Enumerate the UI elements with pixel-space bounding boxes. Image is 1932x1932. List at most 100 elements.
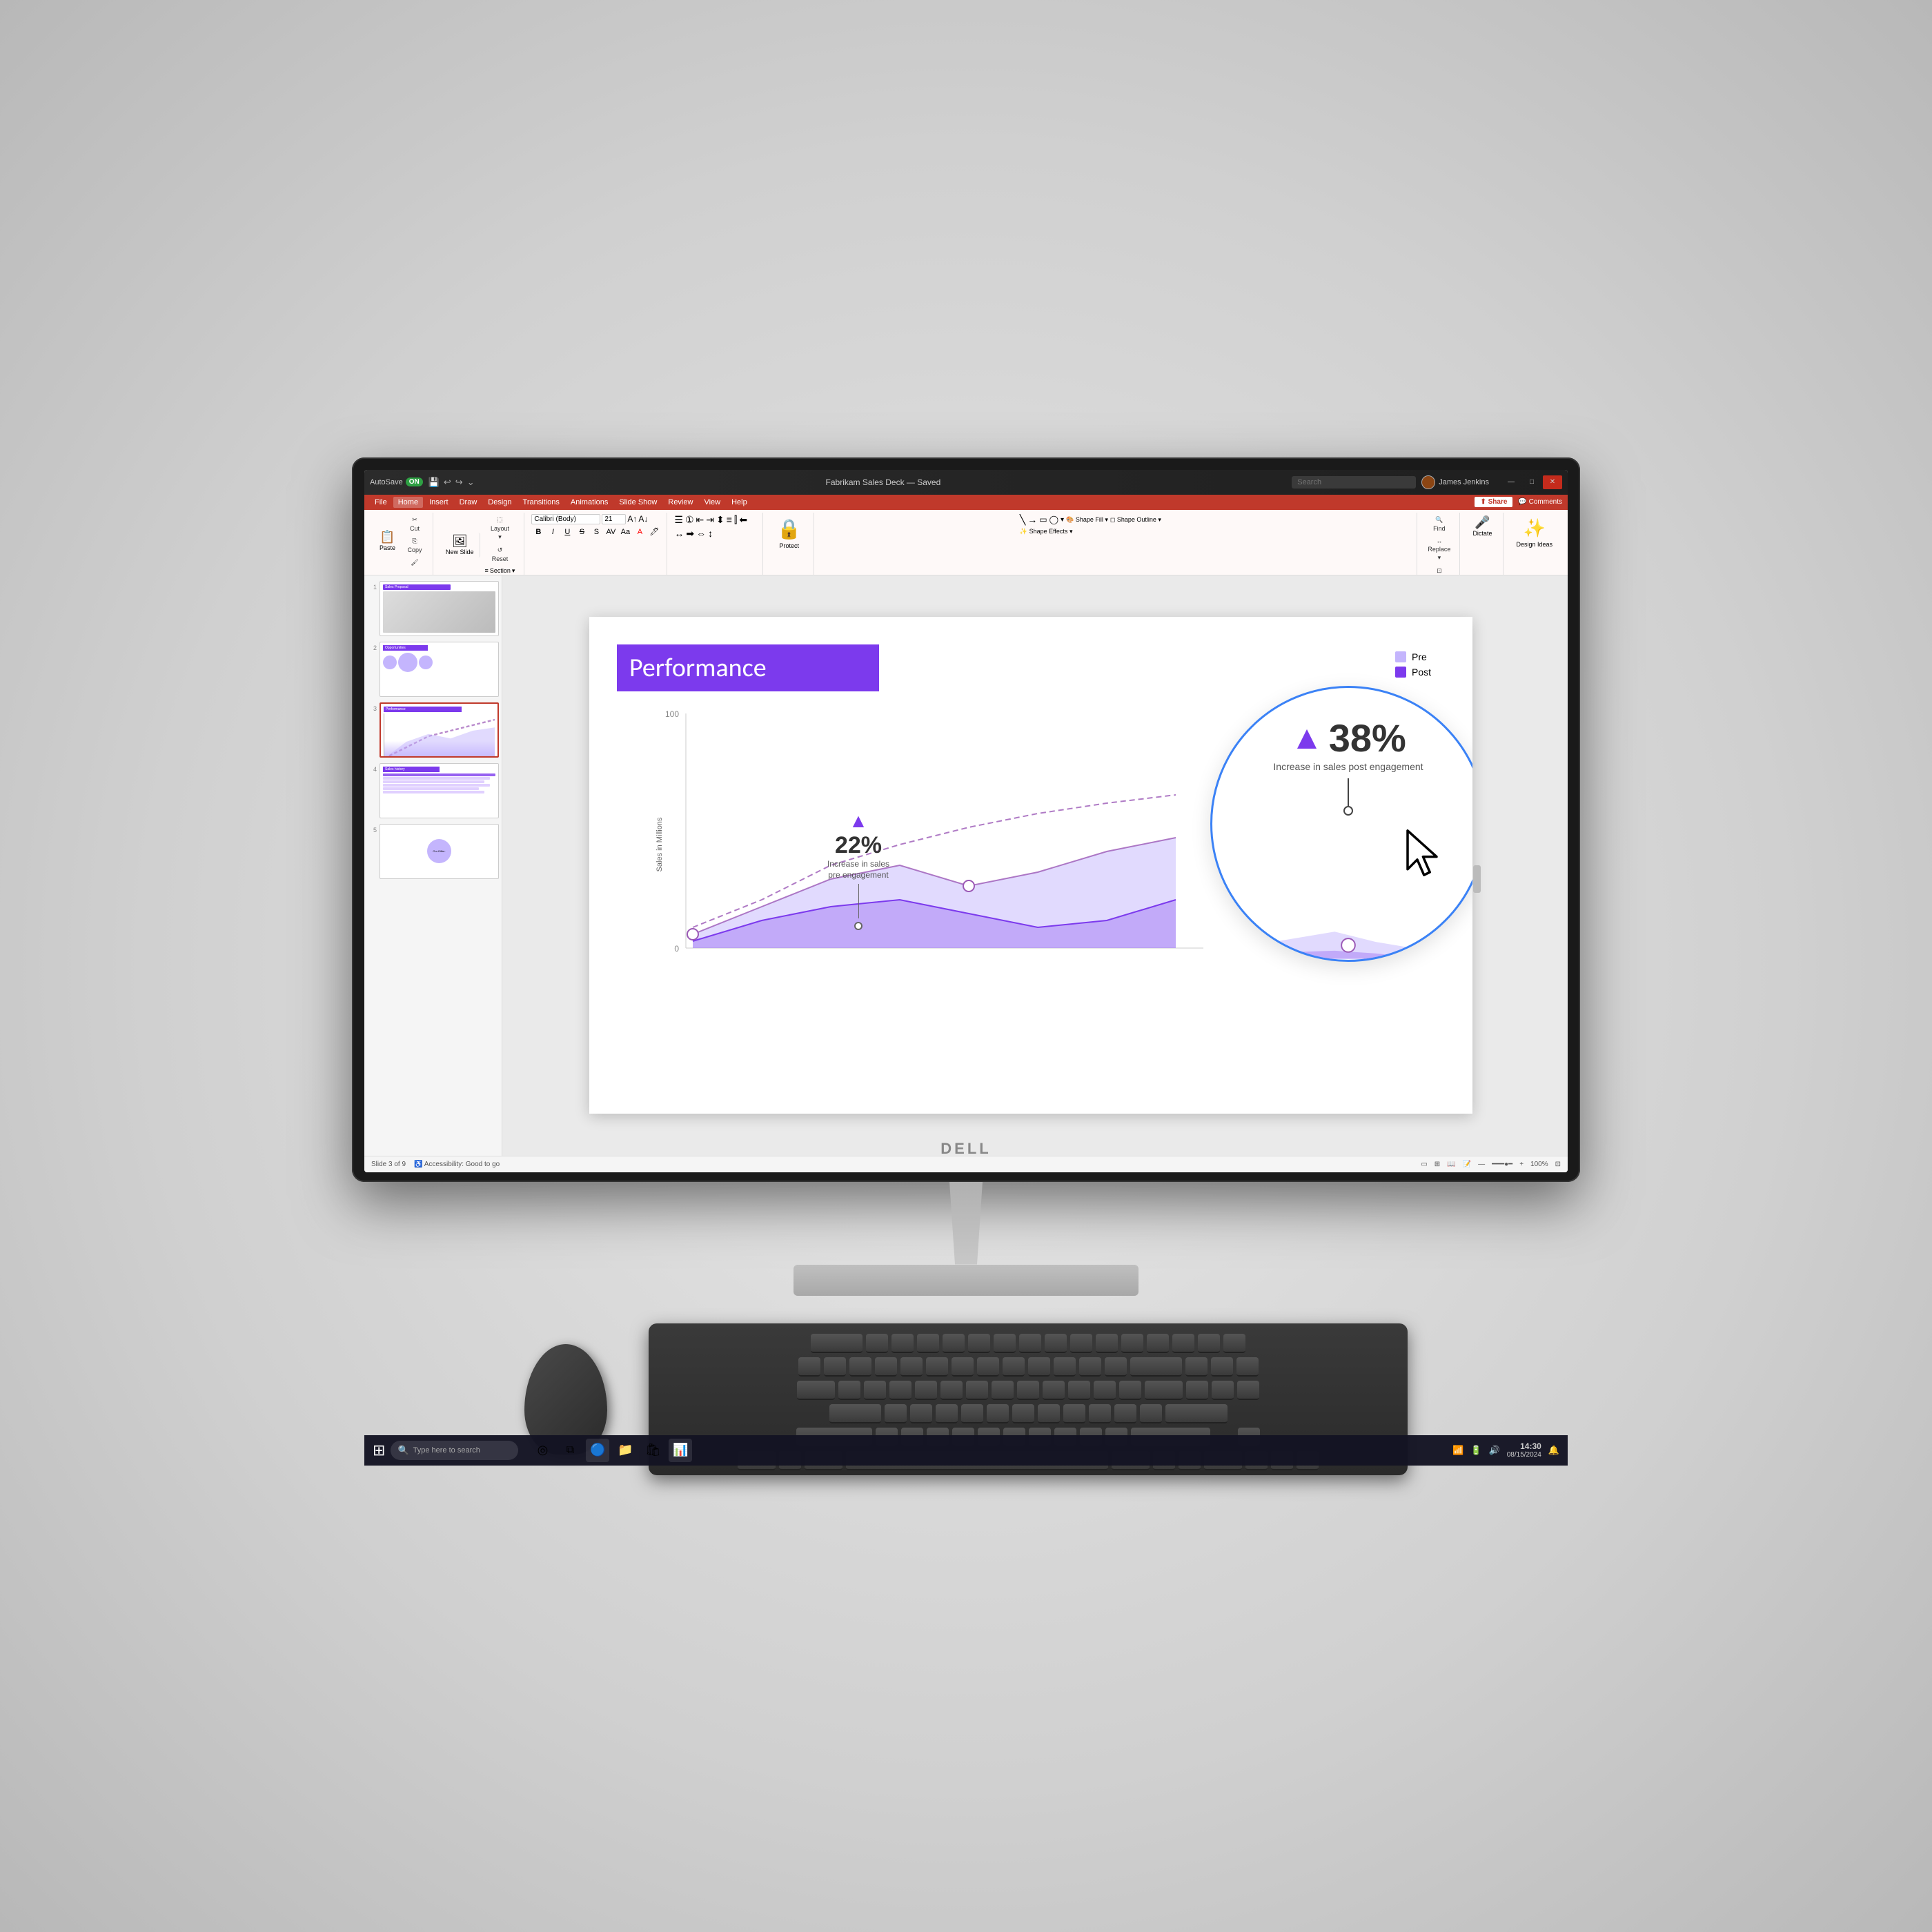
menu-insert[interactable]: Insert [424,497,453,508]
key-quote[interactable] [1140,1404,1162,1423]
center-align-button[interactable]: ↔ [674,528,684,539]
key-w[interactable] [864,1381,886,1400]
slide-thumb-3[interactable]: Performance [379,702,499,758]
comments-link[interactable]: 💬 Comments [1518,498,1562,506]
text-direction-button[interactable]: ⬍ [716,514,724,526]
char-spacing-button[interactable]: AV [604,526,618,538]
key-d[interactable] [936,1404,958,1423]
more-shapes-button[interactable]: ▾ [1061,516,1064,524]
shadow-button[interactable]: S [589,526,603,538]
close-button[interactable]: ✕ [1543,475,1562,489]
key-f5[interactable] [968,1334,990,1353]
paste-button[interactable]: 📋 Paste [374,529,401,553]
slide-thumb-4[interactable]: Sales history [379,763,499,818]
redo-icon[interactable]: ↪ [455,477,463,488]
menu-home[interactable]: Home [393,497,423,508]
key-scroll[interactable] [1198,1334,1220,1353]
fit-page-button[interactable]: ⊡ [1555,1161,1561,1168]
bold-button[interactable]: B [531,526,545,538]
key-pgup[interactable] [1236,1357,1259,1377]
arrow-tool[interactable]: → [1027,514,1037,525]
key-prtsc[interactable] [1172,1334,1194,1353]
protect-button[interactable]: 🔒 Protect [770,514,808,553]
key-8[interactable] [1003,1357,1025,1377]
menu-animations[interactable]: Animations [566,497,613,508]
key-enter[interactable] [1165,1404,1228,1423]
key-q[interactable] [838,1381,860,1400]
increase-indent-button[interactable]: ⇥ [706,514,714,526]
rect-tool[interactable]: ▭ [1039,515,1047,524]
section-button[interactable]: ≡ Section ▾ [482,566,519,576]
key-j[interactable] [1038,1404,1060,1423]
slide-thumb-5[interactable]: Our Differ. [379,824,499,879]
autosave-toggle[interactable]: ON [406,477,423,486]
new-slide-button[interactable]: 🖼 New Slide [440,533,480,558]
taskbar-cortana-button[interactable]: ◎ [531,1439,554,1462]
key-home[interactable] [1211,1357,1233,1377]
key-f3[interactable] [917,1334,939,1353]
taskbar-edge-button[interactable]: 🔵 [586,1439,609,1462]
key-2[interactable] [849,1357,871,1377]
key-f11[interactable] [1121,1334,1143,1353]
key-k[interactable] [1063,1404,1085,1423]
bullets-button[interactable]: ☰ [674,514,683,526]
numbering-button[interactable]: ① [685,514,694,526]
key-f[interactable] [961,1404,983,1423]
taskbar-taskview-button[interactable]: ⧉ [558,1439,582,1462]
columns-button[interactable]: ⫿ [734,514,737,526]
key-i[interactable] [1017,1381,1039,1400]
start-button[interactable]: ⊞ [373,1441,385,1459]
zoom-in-button[interactable]: + [1519,1161,1524,1168]
key-escape[interactable] [811,1334,862,1353]
shape-outline-button[interactable]: ◻ Shape Outline ▾ [1110,516,1161,524]
key-1[interactable] [824,1357,846,1377]
key-f4[interactable] [943,1334,965,1353]
font-color-button[interactable]: A [633,526,647,538]
title-search-input[interactable] [1292,476,1416,489]
reset-button[interactable]: ↺ Reset [482,544,519,564]
slide-thumb-2[interactable]: Opportunities [379,642,499,697]
key-f9[interactable] [1070,1334,1092,1353]
minimize-button[interactable]: — [1501,475,1521,489]
shape-fill-button[interactable]: 🎨 Shape Fill ▾ [1066,516,1108,524]
key-t[interactable] [940,1381,963,1400]
zoom-out-button[interactable]: — [1478,1161,1485,1168]
key-backtick[interactable] [798,1357,820,1377]
key-rbracket[interactable] [1119,1381,1141,1400]
key-p[interactable] [1068,1381,1090,1400]
cut-button[interactable]: ✂ Cut [402,514,427,534]
oval-tool[interactable]: ◯ [1049,515,1058,524]
line-tool[interactable]: ╲ [1020,514,1025,526]
key-g[interactable] [987,1404,1009,1423]
font-shrink-icon[interactable]: A↓ [638,514,648,524]
key-backslash[interactable] [1145,1381,1183,1400]
key-3[interactable] [875,1357,897,1377]
key-s[interactable] [910,1404,932,1423]
font-name-input[interactable] [531,514,600,524]
key-9[interactable] [1028,1357,1050,1377]
view-reading[interactable]: 📖 [1447,1161,1455,1168]
shape-effects-button[interactable]: ✨ Shape Effects ▾ [1020,528,1073,535]
key-semicolon[interactable] [1114,1404,1136,1423]
key-f6[interactable] [994,1334,1016,1353]
justify-button[interactable]: ⇔ [696,528,706,539]
copy-button[interactable]: ⎘ Copy [402,535,427,555]
design-ideas-button[interactable]: ✨ Design Ideas [1510,514,1558,551]
share-button[interactable]: ⬆ Share [1475,497,1512,507]
key-6[interactable] [952,1357,974,1377]
key-f8[interactable] [1045,1334,1067,1353]
key-tab[interactable] [797,1381,835,1400]
maximize-button[interactable]: □ [1522,475,1541,489]
key-h[interactable] [1012,1404,1034,1423]
taskbar-clock[interactable]: 14:30 08/15/2024 [1507,1441,1541,1459]
key-5[interactable] [926,1357,948,1377]
key-0[interactable] [1054,1357,1076,1377]
key-u[interactable] [992,1381,1014,1400]
key-minus[interactable] [1079,1357,1101,1377]
key-capslock[interactable] [829,1404,881,1423]
highlight-button[interactable]: 🖊 [647,526,661,538]
slide-canvas[interactable]: Performance Pre Post [589,617,1472,1114]
menu-slideshow[interactable]: Slide Show [614,497,662,508]
key-a[interactable] [885,1404,907,1423]
strikethrough-button[interactable]: S [575,526,589,538]
